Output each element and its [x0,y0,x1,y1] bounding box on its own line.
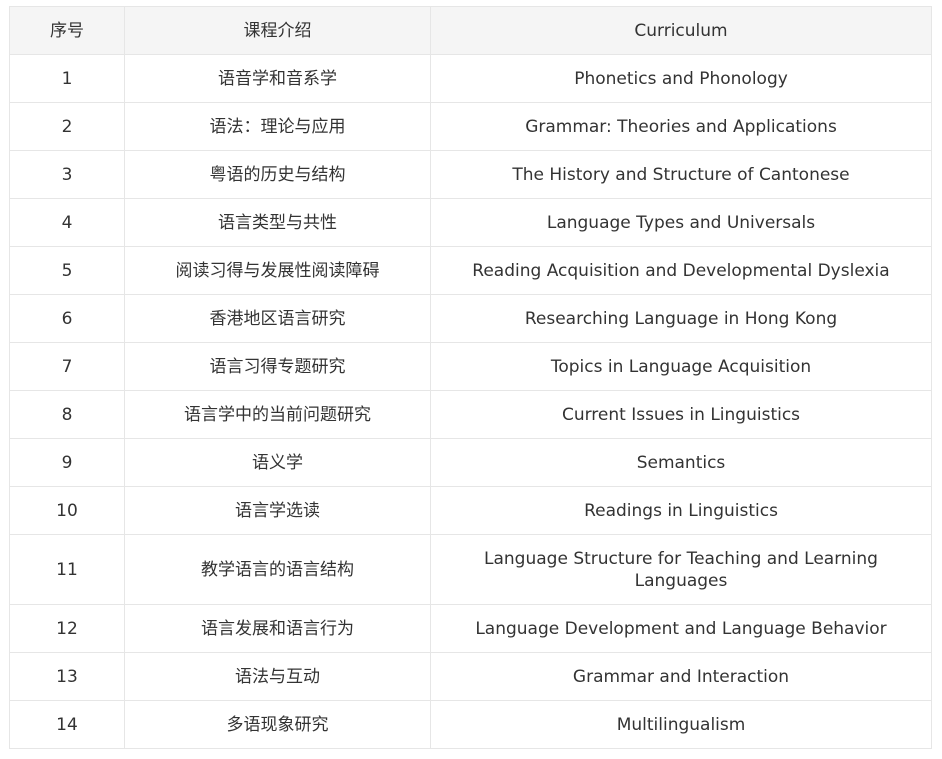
cell-number: 6 [9,294,125,343]
cell-number: 14 [9,700,125,749]
cell-number: 3 [9,150,125,199]
cell-course-cn: 语音学和音系学 [124,54,431,103]
cell-number: 4 [9,198,125,247]
cell-course-en: Grammar and Interaction [430,652,932,701]
cell-course-en: Phonetics and Phonology [430,54,932,103]
table-row: 8 语言学中的当前问题研究 Current Issues in Linguist… [9,390,932,439]
header-curriculum: Curriculum [430,6,932,55]
header-course-intro: 课程介绍 [124,6,431,55]
cell-number: 13 [9,652,125,701]
cell-course-cn: 语法与互动 [124,652,431,701]
table-row: 12 语言发展和语言行为 Language Development and La… [9,604,932,653]
table-row: 11 教学语言的语言结构 Language Structure for Teac… [9,534,932,605]
table-row: 9 语义学 Semantics [9,438,932,487]
table-header: 序号 课程介绍 Curriculum [9,6,932,55]
table-row: 4 语言类型与共性 Language Types and Universals [9,198,932,247]
cell-number: 1 [9,54,125,103]
cell-course-en: Topics in Language Acquisition [430,342,932,391]
cell-course-en: Language Development and Language Behavi… [430,604,932,653]
table-row: 7 语言习得专题研究 Topics in Language Acquisitio… [9,342,932,391]
cell-course-en: Current Issues in Linguistics [430,390,932,439]
cell-course-en: Language Structure for Teaching and Lear… [430,534,932,605]
table-body: 1 语音学和音系学 Phonetics and Phonology 2 语法：理… [9,54,932,749]
cell-number: 8 [9,390,125,439]
cell-course-cn: 香港地区语言研究 [124,294,431,343]
cell-number: 5 [9,246,125,295]
table-row: 1 语音学和音系学 Phonetics and Phonology [9,54,932,103]
cell-course-en: Reading Acquisition and Developmental Dy… [430,246,932,295]
cell-number: 9 [9,438,125,487]
cell-course-cn: 语言学中的当前问题研究 [124,390,431,439]
table-row: 6 香港地区语言研究 Researching Language in Hong … [9,294,932,343]
table-row: 14 多语现象研究 Multilingualism [9,700,932,749]
table-row: 5 阅读习得与发展性阅读障碍 Reading Acquisition and D… [9,246,932,295]
header-row: 序号 课程介绍 Curriculum [9,6,932,55]
cell-number: 12 [9,604,125,653]
cell-number: 2 [9,102,125,151]
cell-course-cn: 语义学 [124,438,431,487]
cell-course-en: Semantics [430,438,932,487]
cell-course-cn: 语言学选读 [124,486,431,535]
header-number: 序号 [9,6,125,55]
cell-course-cn: 教学语言的语言结构 [124,534,431,605]
cell-course-cn: 语言类型与共性 [124,198,431,247]
cell-course-en: Grammar: Theories and Applications [430,102,932,151]
cell-course-en: Multilingualism [430,700,932,749]
cell-course-en: Language Types and Universals [430,198,932,247]
cell-number: 7 [9,342,125,391]
cell-course-cn: 粤语的历史与结构 [124,150,431,199]
table-row: 3 粤语的历史与结构 The History and Structure of … [9,150,932,199]
cell-course-en: Readings in Linguistics [430,486,932,535]
table-row: 10 语言学选读 Readings in Linguistics [9,486,932,535]
table-row: 2 语法：理论与应用 Grammar: Theories and Applica… [9,102,932,151]
cell-course-cn: 阅读习得与发展性阅读障碍 [124,246,431,295]
curriculum-table: 序号 课程介绍 Curriculum 1 语音学和音系学 Phonetics a… [9,6,932,749]
cell-course-cn: 多语现象研究 [124,700,431,749]
curriculum-table-container: 序号 课程介绍 Curriculum 1 语音学和音系学 Phonetics a… [9,6,932,749]
cell-course-cn: 语言发展和语言行为 [124,604,431,653]
cell-number: 10 [9,486,125,535]
cell-course-cn: 语言习得专题研究 [124,342,431,391]
cell-course-en: Researching Language in Hong Kong [430,294,932,343]
cell-number: 11 [9,534,125,605]
cell-course-cn: 语法：理论与应用 [124,102,431,151]
cell-course-en: The History and Structure of Cantonese [430,150,932,199]
table-row: 13 语法与互动 Grammar and Interaction [9,652,932,701]
